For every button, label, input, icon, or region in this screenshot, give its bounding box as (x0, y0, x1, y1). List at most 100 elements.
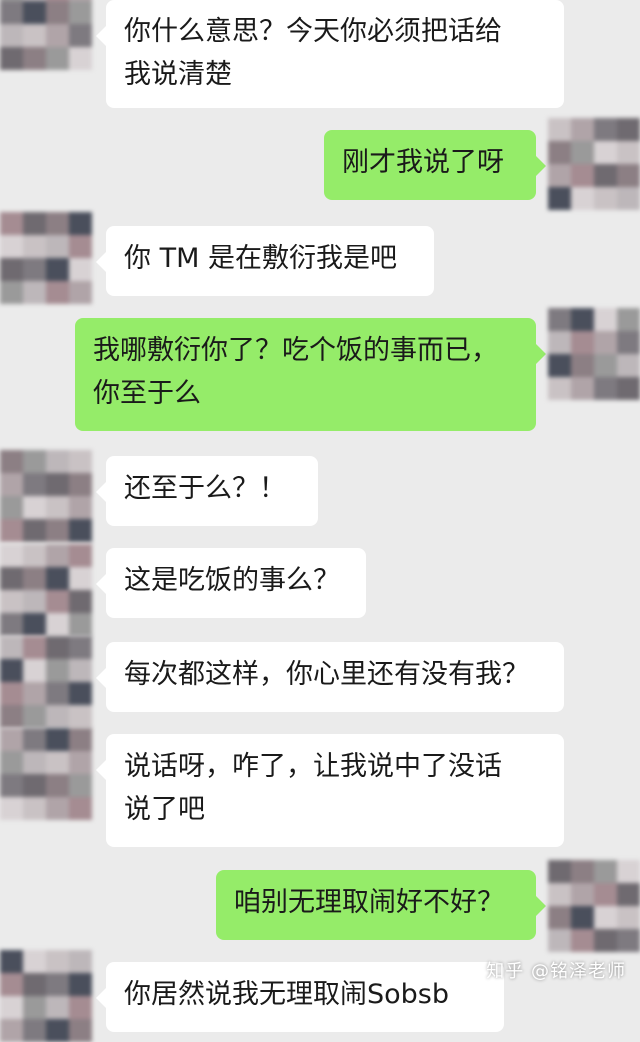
avatar-mosaic-cell (46, 473, 69, 496)
avatar-mosaic-cell (548, 929, 571, 952)
avatar-mosaic-cell (69, 1019, 92, 1042)
avatar-mosaic-cell (69, 797, 92, 820)
avatar-mosaic-cell (0, 24, 23, 47)
avatar-mosaic-cell (46, 705, 69, 728)
message-bubble-incoming[interactable]: 你居然说我无理取闹Sobsb (96, 962, 504, 1032)
avatar-mosaic-cell (594, 118, 617, 141)
avatar-mosaic-cell (548, 377, 571, 400)
message-bubble-outgoing[interactable]: 刚才我说了呀 (324, 130, 546, 200)
avatar-mosaic-cell (23, 567, 46, 590)
user-avatar[interactable] (548, 860, 640, 952)
avatar-mosaic-cell (23, 613, 46, 636)
avatar-mosaic-cell (594, 164, 617, 187)
avatar-mosaic-cell (617, 141, 640, 164)
avatar-mosaic-cell (594, 860, 617, 883)
avatar-mosaic-cell (548, 906, 571, 929)
avatar-mosaic-cell (617, 354, 640, 377)
avatar-mosaic-cell (0, 751, 23, 774)
message-bubble-incoming[interactable]: 你什么意思？今天你必须把话给 我说清楚 (96, 0, 564, 108)
message-bubble-incoming[interactable]: 说话呀，咋了，让我说中了没话 说了吧 (96, 734, 564, 847)
avatar-mosaic-cell (23, 1, 46, 24)
avatar-mosaic-cell (23, 544, 46, 567)
user-avatar[interactable] (548, 118, 640, 210)
avatar-mosaic-cell (69, 281, 92, 304)
avatar-mosaic-cell (69, 258, 92, 281)
avatar-mosaic-cell (69, 950, 92, 973)
message-bubble-incoming[interactable]: 每次都这样，你心里还有没有我？ (96, 642, 564, 712)
avatar-mosaic-cell (23, 751, 46, 774)
avatar-mosaic-cell (617, 377, 640, 400)
avatar-mosaic-cell (46, 258, 69, 281)
avatar-mosaic-cell (23, 258, 46, 281)
avatar-mosaic-cell (69, 235, 92, 258)
contact-avatar[interactable] (0, 212, 92, 304)
avatar-mosaic-cell (571, 354, 594, 377)
avatar-mosaic-cell (0, 450, 23, 473)
avatar-mosaic-cell (548, 308, 571, 331)
avatar-mosaic-cell (69, 450, 92, 473)
message-bubble-incoming[interactable]: 你 TM 是在敷衍我是吧 (96, 226, 434, 296)
avatar-mosaic-cell (46, 682, 69, 705)
avatar-mosaic-cell (69, 590, 92, 613)
avatar-mosaic-cell (46, 496, 69, 519)
avatar-mosaic-cell (548, 860, 571, 883)
avatar-mosaic-cell (23, 996, 46, 1019)
avatar-mosaic-cell (617, 883, 640, 906)
avatar-mosaic-cell (46, 1019, 69, 1042)
avatar-mosaic-cell (46, 751, 69, 774)
avatar-mosaic-cell (69, 636, 92, 659)
message-bubble-incoming[interactable]: 这是吃饭的事么？ (96, 548, 366, 618)
avatar-mosaic-cell (23, 797, 46, 820)
avatar-mosaic-cell (0, 544, 23, 567)
user-avatar[interactable] (548, 308, 640, 400)
avatar-mosaic-cell (0, 258, 23, 281)
avatar-mosaic-cell (617, 929, 640, 952)
avatar-mosaic-cell (0, 235, 23, 258)
avatar-mosaic-cell (617, 308, 640, 331)
avatar-mosaic-cell (594, 331, 617, 354)
contact-avatar[interactable] (0, 0, 92, 70)
contact-avatar[interactable] (0, 728, 92, 820)
avatar-mosaic-cell (548, 141, 571, 164)
chat-screen: { "messages": [ {"side": "in", "text": "… (0, 0, 640, 1042)
avatar-mosaic-cell (23, 728, 46, 751)
avatar-mosaic-cell (594, 906, 617, 929)
avatar-mosaic-cell (617, 331, 640, 354)
avatar-mosaic-cell (0, 1019, 23, 1042)
avatar-mosaic-cell (69, 473, 92, 496)
message-bubble-outgoing[interactable]: 咱别无理取闹好不好？ (216, 870, 546, 940)
avatar-mosaic-cell (46, 212, 69, 235)
avatar-mosaic-cell (46, 281, 69, 304)
avatar-mosaic-cell (571, 929, 594, 952)
avatar-mosaic-cell (594, 377, 617, 400)
contact-avatar[interactable] (0, 450, 92, 542)
avatar-mosaic-cell (594, 141, 617, 164)
avatar-mosaic-cell (571, 906, 594, 929)
message-bubble-incoming[interactable]: 还至于么？！ (96, 456, 318, 526)
avatar-mosaic-cell (0, 1, 23, 24)
avatar-mosaic-cell (69, 24, 92, 47)
avatar-mosaic-cell (69, 212, 92, 235)
avatar-mosaic-cell (69, 1, 92, 24)
avatar-mosaic-cell (23, 1019, 46, 1042)
contact-avatar[interactable] (0, 950, 92, 1042)
avatar-mosaic-cell (0, 567, 23, 590)
message-bubble-outgoing[interactable]: 我哪敷衍你了？吃个饭的事而已， 你至于么 (75, 318, 546, 431)
contact-avatar[interactable] (0, 544, 92, 636)
avatar-mosaic-cell (0, 496, 23, 519)
avatar-mosaic-cell (46, 47, 69, 70)
avatar-mosaic-cell (23, 590, 46, 613)
avatar-mosaic-cell (46, 590, 69, 613)
avatar-mosaic-cell (69, 996, 92, 1019)
avatar-mosaic-cell (23, 950, 46, 973)
contact-avatar[interactable] (0, 636, 92, 728)
avatar-mosaic-cell (23, 47, 46, 70)
avatar-mosaic-cell (69, 751, 92, 774)
avatar-mosaic-cell (46, 24, 69, 47)
avatar-mosaic-cell (594, 308, 617, 331)
avatar-mosaic-cell (23, 281, 46, 304)
avatar-mosaic-cell (23, 973, 46, 996)
avatar-mosaic-cell (23, 450, 46, 473)
avatar-mosaic-cell (46, 797, 69, 820)
avatar-mosaic-cell (69, 544, 92, 567)
